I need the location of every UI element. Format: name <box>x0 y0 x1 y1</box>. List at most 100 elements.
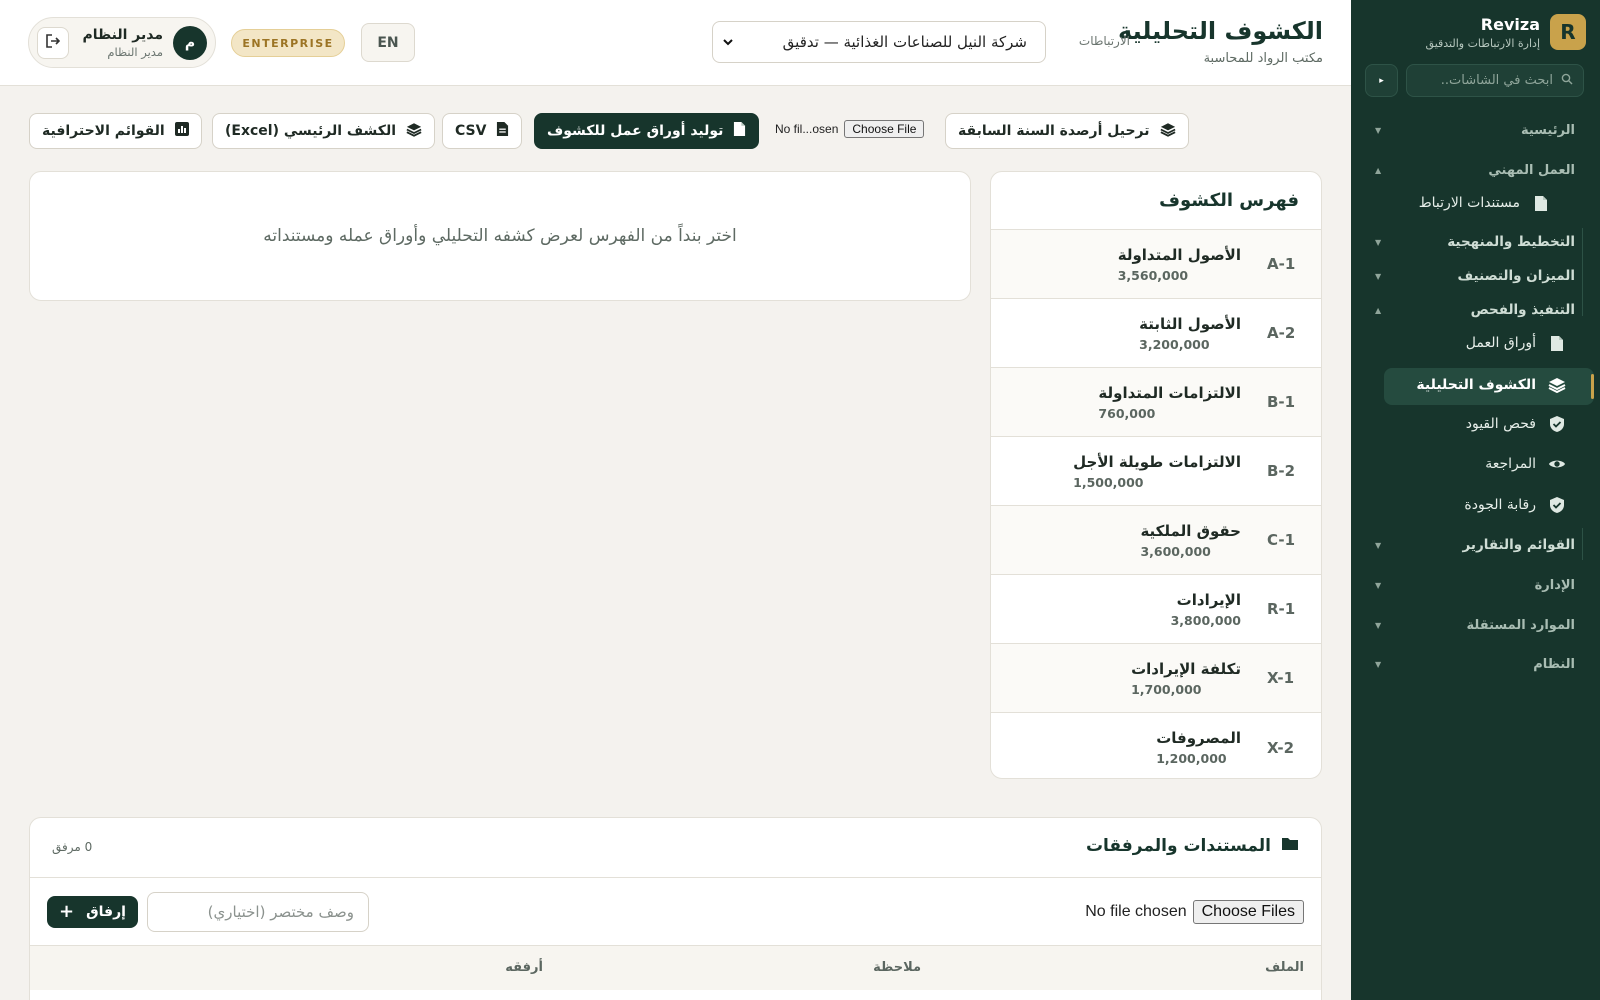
generate-working-papers-button[interactable]: توليد أوراق عمل للكشوف <box>534 113 760 149</box>
sidebar-collapse-button[interactable]: ▸ <box>1365 64 1398 97</box>
sidebar-item-entries-check[interactable]: فحص القيود <box>1466 415 1566 433</box>
main-sheet-excel-button[interactable]: الكشف الرئيسي (Excel) <box>212 113 436 149</box>
logout-icon <box>46 33 61 52</box>
brand-name: Reviza <box>1480 14 1540 34</box>
sidebar-item-working-papers[interactable]: أوراق العمل <box>1466 334 1566 352</box>
nav-group-system[interactable]: النظام ▼ <box>1375 657 1575 672</box>
sidebar-item-label: المراجعة <box>1485 456 1536 472</box>
attach-button[interactable]: إرفاق + <box>47 896 138 928</box>
nav-group-trial-balance[interactable]: الميزان والتصنيف ▼ <box>1375 268 1575 284</box>
sidebar-item-label: مستندات الارتباط <box>1418 195 1520 211</box>
index-item-amount: 1,700,000 <box>1131 681 1202 697</box>
index-row[interactable]: الإيرادات 3,800,000 R-1 <box>991 575 1321 644</box>
nav-group-label: الموارد المستقلة <box>1466 618 1575 633</box>
index-row[interactable]: الأصول المتداولة 3,560,000 A-1 <box>991 230 1321 299</box>
nav-group-reports[interactable]: القوائم والتقارير ▼ <box>1375 537 1575 553</box>
carry-forward-label: ترحيل أرصدة السنة السابقة <box>958 123 1150 139</box>
index-row[interactable]: المصروفات 1,200,000 X-2 <box>991 713 1321 778</box>
sidebar-item-review[interactable]: المراجعة <box>1485 455 1566 473</box>
carry-forward-button[interactable]: ترحيل أرصدة السنة السابقة <box>945 113 1189 149</box>
attachments-count: 0 مرفق <box>52 840 93 854</box>
sidebar-item-engagement-docs[interactable]: مستندات الارتباط <box>1419 194 1550 212</box>
brand[interactable]: R Reviza إدارة الارتباطات والتدقيق <box>1426 14 1586 50</box>
nav-group-planning[interactable]: التخطيط والمنهجية ▼ <box>1375 234 1575 250</box>
sidebar: R Reviza إدارة الارتباطات والتدقيق ابحث … <box>1351 0 1600 1000</box>
sidebar-item-analytical[interactable]: الكشوف التحليلية <box>1357 368 1600 405</box>
document-icon <box>733 121 746 141</box>
import-file-input[interactable]: Choose File No fil...osen <box>775 120 925 138</box>
nav-group-label: التنفيذ والفحص <box>1470 302 1575 318</box>
attachment-description-input[interactable]: وصف مختصر (اختياري) <box>147 892 369 932</box>
attachments-file-status: No file chosen <box>1085 903 1187 920</box>
choose-files-button[interactable]: Choose Files <box>1192 900 1304 924</box>
sidebar-item-quality[interactable]: رقابة الجودة <box>1464 496 1566 514</box>
nav-group-independent[interactable]: الموارد المستقلة ▼ <box>1375 618 1575 633</box>
search-icon <box>1561 73 1573 88</box>
index-row[interactable]: تكلفة الإيرادات 1,700,000 X-1 <box>991 644 1321 713</box>
choose-file-button[interactable]: Choose File <box>844 120 925 138</box>
statements-label: القوائم الاحترافية <box>42 123 165 139</box>
index-item-name: الالتزامات طويلة الأجل <box>1073 452 1241 471</box>
column-note: ملاحظة <box>873 960 921 975</box>
sidebar-item-label: رقابة الجودة <box>1464 497 1536 513</box>
logout-button[interactable] <box>37 26 69 59</box>
bar-chart-icon <box>174 122 189 140</box>
column-file: الملف <box>1265 960 1304 975</box>
nav-group-label: النظام <box>1533 657 1575 672</box>
index-item-code: X-1 <box>1267 669 1295 687</box>
chevron-down-icon: ▼ <box>1375 237 1382 247</box>
layers-icon <box>1548 376 1566 394</box>
index-row[interactable]: الالتزامات طويلة الأجل 1,500,000 B-2 <box>991 437 1321 506</box>
index-item-code: C-1 <box>1267 531 1296 549</box>
nav-group-label: الإدارة <box>1534 578 1575 593</box>
nav-group-admin[interactable]: الإدارة ▼ <box>1375 578 1575 593</box>
sidebar-item-label: أوراق العمل <box>1465 335 1536 351</box>
csv-label: CSV <box>455 123 487 139</box>
nav-group-label: الميزان والتصنيف <box>1457 268 1575 284</box>
attachments-file-input[interactable]: Choose Files No file chosen <box>1085 900 1304 924</box>
avatar: م <box>173 25 207 60</box>
index-item-amount: 3,200,000 <box>1139 336 1210 352</box>
csv-export-button[interactable]: CSV <box>442 113 523 149</box>
eye-icon <box>1548 455 1566 473</box>
brand-logo: R <box>1550 14 1586 50</box>
sidebar-item-label: فحص القيود <box>1465 416 1536 432</box>
attachments-table-header: الملف ملاحظة أرفقه <box>30 946 1321 990</box>
engagements-label: الارتباطات <box>1078 34 1130 48</box>
chevron-down-icon: ▼ <box>1375 126 1382 135</box>
language-toggle-button[interactable]: EN <box>361 23 415 62</box>
nav-group-execution[interactable]: التنفيذ والفحص ▲ <box>1375 302 1575 318</box>
attachments-title-wrap: المستندات والمرفقات <box>1086 836 1299 856</box>
main-sheet-label: الكشف الرئيسي (Excel) <box>225 123 397 139</box>
attach-label: إرفاق <box>86 904 126 920</box>
nav-group-professional[interactable]: العمل المهني ▲ <box>1375 163 1575 178</box>
brand-subtitle: إدارة الارتباطات والتدقيق <box>1425 36 1540 50</box>
nav-group-home[interactable]: الرئيسية ▼ <box>1375 123 1575 138</box>
shield-check-icon <box>1548 415 1566 433</box>
engagement-select-value: شركة النيل للصناعات الغذائية — تدقيق <box>782 33 1027 51</box>
sidebar-search-placeholder: ابحث في الشاشات.. <box>1440 73 1553 88</box>
index-item-name: المصروفات <box>1156 729 1241 747</box>
chevron-down-icon <box>723 36 733 49</box>
caret-right-icon: ▸ <box>1379 75 1384 86</box>
user-role: مدير النظام <box>107 44 163 59</box>
sidebar-search-input[interactable]: ابحث في الشاشات.. <box>1406 64 1584 97</box>
chevron-down-icon: ▼ <box>1375 581 1382 590</box>
chevron-down-icon: ▼ <box>1375 271 1382 281</box>
user-name: مدير النظام <box>82 26 163 43</box>
file-status: No fil...osen <box>775 122 839 136</box>
nav-group-label: القوائم والتقارير <box>1462 537 1575 553</box>
index-item-amount: 3,800,000 <box>1170 612 1241 628</box>
index-item-amount: 1,500,000 <box>1073 474 1144 490</box>
empty-state-text: اختر بنداً من الفهرس لعرض كشفه التحليلي … <box>263 226 737 246</box>
page-subtitle: مكتب الرواد للمحاسبة <box>1203 51 1323 66</box>
chevron-down-icon: ▼ <box>1375 660 1382 669</box>
engagement-select[interactable]: شركة النيل للصناعات الغذائية — تدقيق <box>712 21 1046 63</box>
top-header: الكشوف التحليلية مكتب الرواد للمحاسبة ال… <box>0 0 1351 86</box>
index-row[interactable]: الأصول الثابتة 3,200,000 A-2 <box>991 299 1321 368</box>
index-item-name: حقوق الملكية <box>1140 521 1241 540</box>
professional-statements-button[interactable]: القوائم الاحترافية <box>29 113 202 149</box>
index-row[interactable]: حقوق الملكية 3,600,000 C-1 <box>991 506 1321 575</box>
index-row[interactable]: الالتزامات المتداولة 760,000 B-1 <box>991 368 1321 437</box>
user-menu[interactable]: م مدير النظام مدير النظام <box>28 17 216 68</box>
